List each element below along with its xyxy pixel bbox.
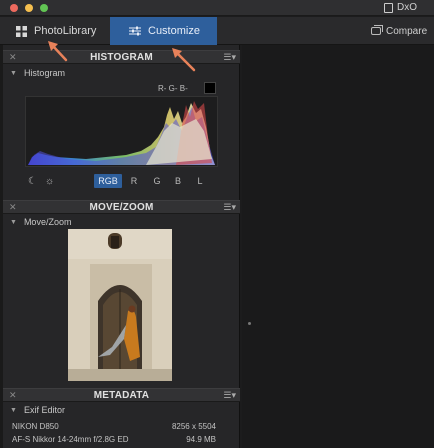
annotation-arrow-photolibrary xyxy=(48,41,68,62)
annotation-arrow-customize xyxy=(172,48,196,72)
annotation-arrows xyxy=(48,41,196,72)
